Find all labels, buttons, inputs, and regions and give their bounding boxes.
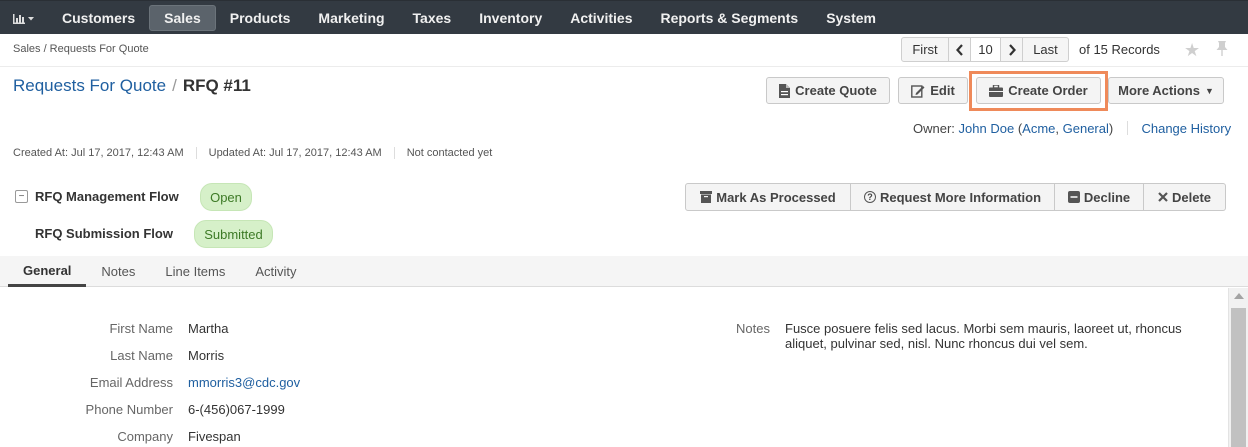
breadcrumb: Sales / Requests For Quote [13, 43, 149, 55]
tab-notes[interactable]: Notes [86, 256, 150, 287]
request-more-information-label: Request More Information [879, 189, 1042, 205]
general-section: First Name Martha Last Name Morris Email… [0, 288, 1228, 447]
bar-chart-icon [13, 13, 34, 24]
contact-status: Not contacted yet [406, 147, 493, 159]
notes-label: Notes [736, 321, 770, 336]
create-order-highlight [969, 71, 1108, 111]
record-pager: First 10 Last of 15 Records [901, 37, 1160, 62]
tab-activity[interactable]: Activity [240, 256, 311, 287]
header-divider [0, 66, 1248, 67]
nav-marketing[interactable]: Marketing [304, 5, 398, 31]
pager-next-button[interactable] [1001, 37, 1023, 62]
email-label: Email Address [89, 375, 173, 390]
chevron-left-icon [955, 43, 963, 56]
owner-org-general-link[interactable]: General [1063, 121, 1109, 136]
phone-value: 6-(456)067-1999 [188, 402, 285, 417]
owner-name-link[interactable]: John Doe [959, 121, 1015, 136]
last-name-value: Morris [188, 348, 225, 363]
decline-button[interactable]: Decline [1055, 183, 1144, 211]
owner-org-acme-link[interactable]: Acme [1022, 121, 1055, 136]
decline-label: Decline [1083, 189, 1131, 205]
submission-flow-label: RFQ Submission Flow [35, 226, 173, 241]
updated-at: Updated At: Jul 17, 2017, 12:43 AM [209, 147, 395, 159]
pin-icon[interactable] [1215, 40, 1229, 60]
request-more-information-button[interactable]: ? Request More Information [851, 183, 1055, 211]
nav-taxes[interactable]: Taxes [399, 5, 466, 31]
record-meta: Created At: Jul 17, 2017, 12:43 AM Updat… [13, 147, 516, 159]
delete-label: Delete [1171, 189, 1212, 205]
page-title: Requests For Quote / RFQ #11 [13, 76, 251, 96]
document-icon [779, 83, 791, 98]
scrollbar-thumb[interactable] [1231, 308, 1246, 447]
owner-label: Owner: [913, 121, 955, 136]
parent-entity-link[interactable]: Requests For Quote [13, 76, 166, 95]
title-separator: / [172, 76, 177, 95]
scroll-up-arrow-icon[interactable] [1234, 293, 1244, 299]
created-at: Created At: Jul 17, 2017, 12:43 AM [13, 147, 197, 159]
notes-value: Fusce posuere felis sed lacus. Morbi sem… [785, 321, 1182, 351]
tab-line-items[interactable]: Line Items [150, 256, 240, 287]
minus-square-icon [1067, 191, 1080, 203]
pager-page-number[interactable]: 10 [971, 37, 1001, 62]
chevron-right-icon [1008, 43, 1016, 56]
last-name-label: Last Name [110, 348, 173, 363]
tab-general[interactable]: General [8, 256, 87, 287]
email-link[interactable]: mmorris3@cdc.gov [188, 375, 300, 390]
more-actions-label: More Actions [1118, 83, 1200, 98]
favorite-star-icon[interactable]: ★ [1184, 40, 1200, 61]
create-quote-button[interactable]: Create Quote [766, 77, 890, 104]
nav-customers[interactable]: Customers [48, 5, 149, 31]
workflow-actions: Mark As Processed ? Request More Informa… [685, 183, 1226, 211]
pager-total-records: of 15 Records [1079, 42, 1160, 57]
owner-divider [1126, 121, 1128, 135]
management-status-badge: Open [200, 183, 252, 211]
question-circle-icon: ? [863, 191, 876, 203]
vertical-scrollbar[interactable] [1228, 288, 1248, 447]
dashboard-menu[interactable] [0, 1, 48, 35]
create-quote-label: Create Quote [795, 83, 877, 98]
nav-reports-segments[interactable]: Reports & Segments [646, 5, 812, 31]
management-flow-label: RFQ Management Flow [35, 189, 179, 204]
nav-activities[interactable]: Activities [556, 5, 646, 31]
main-navigation: Customers Sales Products Marketing Taxes… [0, 0, 1248, 34]
edit-button[interactable]: Edit [898, 77, 968, 104]
owner-org-separator: , [1055, 121, 1063, 136]
more-actions-button[interactable]: More Actions ▼ [1108, 77, 1224, 104]
nav-products[interactable]: Products [216, 5, 305, 31]
company-value: Fivespan [188, 429, 241, 444]
delete-button[interactable]: Delete [1144, 183, 1226, 211]
close-icon [1158, 192, 1168, 202]
first-name-value: Martha [188, 321, 229, 336]
submission-status-badge: Submitted [194, 220, 273, 248]
record-title: RFQ #11 [182, 76, 251, 95]
archive-icon [700, 191, 713, 203]
first-name-label: First Name [109, 321, 173, 336]
change-history-link[interactable]: Change History [1141, 121, 1231, 136]
owner-org-close: ) [1108, 121, 1114, 136]
nav-inventory[interactable]: Inventory [465, 5, 556, 31]
mark-as-processed-label: Mark As Processed [716, 189, 836, 205]
pager-prev-button[interactable] [949, 37, 971, 62]
pager-first-button[interactable]: First [901, 37, 949, 62]
record-tabs: General Notes Line Items Activity [0, 256, 1248, 287]
nav-system[interactable]: System [812, 5, 890, 31]
owner-info: Owner: John Doe (Acme, General) Change H… [913, 121, 1231, 136]
pager-last-button[interactable]: Last [1023, 37, 1069, 62]
nav-sales[interactable]: Sales [149, 4, 216, 31]
company-label: Company [117, 429, 173, 444]
caret-down-icon: ▼ [1204, 85, 1214, 96]
edit-icon [911, 84, 925, 98]
edit-label: Edit [930, 83, 955, 98]
mark-as-processed-button[interactable]: Mark As Processed [685, 183, 851, 211]
phone-label: Phone Number [85, 402, 173, 417]
collapse-toggle-icon[interactable]: − [15, 190, 28, 203]
